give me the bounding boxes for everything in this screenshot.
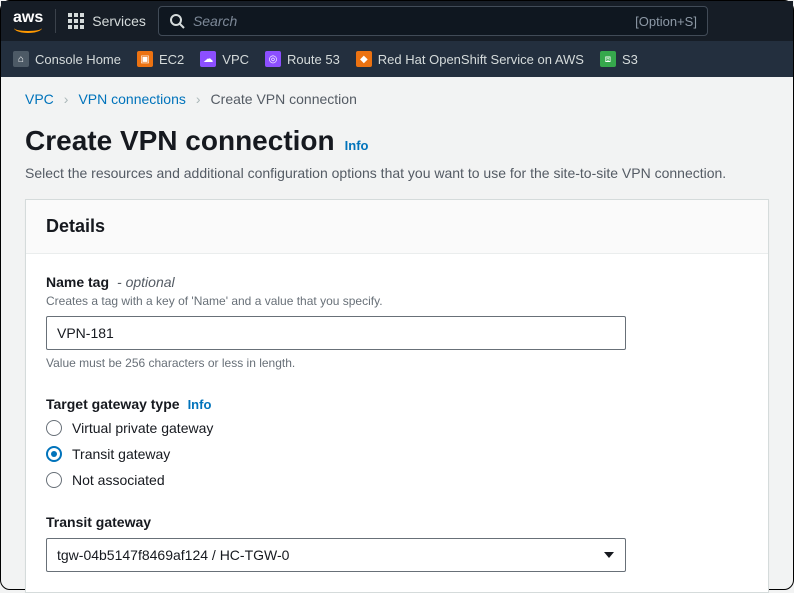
- services-menu-button[interactable]: Services: [68, 13, 146, 29]
- info-link[interactable]: Info: [345, 138, 369, 153]
- svc-label: VPC: [222, 52, 249, 67]
- radio-not-associated[interactable]: Not associated: [46, 472, 748, 488]
- target-gateway-radio-group: Virtual private gateway Transit gateway …: [46, 420, 748, 488]
- page-title: Create VPN connection Info: [25, 125, 769, 157]
- name-tag-input[interactable]: [46, 316, 626, 350]
- s3-icon: ⧈: [600, 51, 616, 67]
- info-link[interactable]: Info: [188, 397, 212, 412]
- transit-gateway-label: Transit gateway: [46, 514, 748, 530]
- name-tag-constraint: Value must be 256 characters or less in …: [46, 356, 748, 370]
- nav-divider: [55, 9, 56, 33]
- search-icon: [169, 13, 185, 29]
- chevron-right-icon: ›: [64, 91, 69, 107]
- page-title-text: Create VPN connection: [25, 125, 335, 157]
- transit-gateway-select[interactable]: tgw-04b5147f8469af124 / HC-TGW-0: [46, 538, 626, 572]
- optional-text: - optional: [117, 274, 175, 290]
- vpc-icon: ☁: [200, 51, 216, 67]
- service-favorites-bar: ⌂ Console Home ▣ EC2 ☁ VPC ◎ Route 53 ◆ …: [1, 41, 793, 77]
- search-input[interactable]: [193, 13, 627, 29]
- route53-icon: ◎: [265, 51, 281, 67]
- global-search[interactable]: [Option+S]: [158, 6, 708, 36]
- page-subtitle: Select the resources and additional conf…: [25, 165, 769, 181]
- radio-icon: [46, 446, 62, 462]
- svc-s3[interactable]: ⧈ S3: [600, 51, 638, 67]
- panel-header: Details: [26, 200, 768, 254]
- target-gateway-label: Target gateway type Info: [46, 396, 748, 412]
- rosa-icon: ◆: [356, 51, 372, 67]
- panel-body: Name tag - optional Creates a tag with a…: [26, 254, 768, 592]
- radio-icon: [46, 472, 62, 488]
- svc-route53[interactable]: ◎ Route 53: [265, 51, 340, 67]
- svc-label: Console Home: [35, 52, 121, 67]
- radio-label: Virtual private gateway: [72, 420, 213, 436]
- svc-vpc[interactable]: ☁ VPC: [200, 51, 249, 67]
- target-gateway-label-text: Target gateway type: [46, 396, 180, 412]
- radio-label: Transit gateway: [72, 446, 170, 462]
- top-nav: aws Services [Option+S]: [1, 1, 793, 41]
- svc-label: Route 53: [287, 52, 340, 67]
- radio-icon: [46, 420, 62, 436]
- radio-label: Not associated: [72, 472, 165, 488]
- chevron-down-icon: [604, 552, 614, 558]
- radio-transit-gateway[interactable]: Transit gateway: [46, 446, 748, 462]
- breadcrumb-vpc[interactable]: VPC: [25, 91, 54, 107]
- svc-rosa[interactable]: ◆ Red Hat OpenShift Service on AWS: [356, 51, 584, 67]
- details-panel: Details Name tag - optional Creates a ta…: [25, 199, 769, 593]
- name-tag-label-text: Name tag: [46, 274, 109, 290]
- services-label: Services: [92, 13, 146, 29]
- console-home-icon: ⌂: [13, 51, 29, 67]
- services-grid-icon: [68, 13, 84, 29]
- transit-gateway-select-value: tgw-04b5147f8469af124 / HC-TGW-0: [46, 538, 626, 572]
- svc-label: S3: [622, 52, 638, 67]
- breadcrumb-vpn-connections[interactable]: VPN connections: [78, 91, 185, 107]
- chevron-right-icon: ›: [196, 91, 201, 107]
- breadcrumb: VPC › VPN connections › Create VPN conne…: [25, 91, 769, 107]
- breadcrumb-current: Create VPN connection: [211, 91, 357, 107]
- aws-smile-icon: [14, 23, 42, 33]
- page-content: VPC › VPN connections › Create VPN conne…: [1, 77, 793, 593]
- transit-gateway-label-text: Transit gateway: [46, 514, 151, 530]
- svc-label: Red Hat OpenShift Service on AWS: [378, 52, 584, 67]
- svc-ec2[interactable]: ▣ EC2: [137, 51, 184, 67]
- aws-logo[interactable]: aws: [13, 9, 43, 33]
- radio-virtual-private-gateway[interactable]: Virtual private gateway: [46, 420, 748, 436]
- name-tag-label: Name tag - optional: [46, 274, 748, 290]
- search-kbd-hint: [Option+S]: [635, 14, 697, 29]
- svc-label: EC2: [159, 52, 184, 67]
- name-tag-desc: Creates a tag with a key of 'Name' and a…: [46, 294, 748, 308]
- svc-console-home[interactable]: ⌂ Console Home: [13, 51, 121, 67]
- ec2-icon: ▣: [137, 51, 153, 67]
